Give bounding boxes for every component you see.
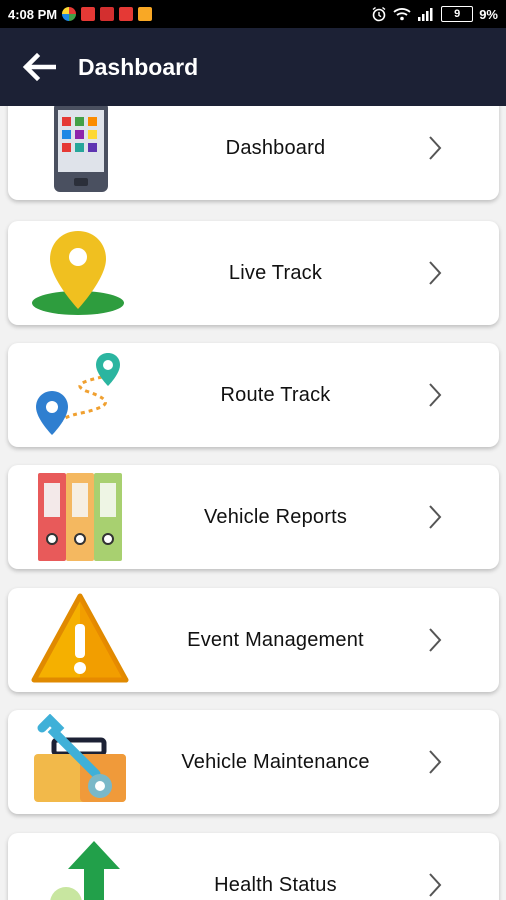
menu-item-route-track[interactable]: Route Track bbox=[8, 343, 499, 447]
chevron-right-icon bbox=[429, 873, 442, 897]
page-title: Dashboard bbox=[78, 53, 199, 80]
menu-item-label: Event Management bbox=[187, 628, 364, 651]
menu-item-label: Live Track bbox=[228, 261, 323, 284]
battery-percent: 9% bbox=[479, 6, 498, 22]
signal-icon bbox=[418, 8, 433, 21]
menu-item-label: Vehicle Maintenance bbox=[181, 750, 370, 773]
menu-item-vehicle-maintenance[interactable]: Vehicle Maintenance bbox=[8, 710, 499, 814]
wifi-icon bbox=[393, 8, 411, 21]
menu-item-label: Route Track bbox=[220, 383, 331, 406]
up-arrow-icon bbox=[50, 841, 120, 900]
app-notification-icon bbox=[138, 7, 153, 21]
mail-icon bbox=[100, 7, 115, 21]
alarm-icon bbox=[372, 6, 386, 22]
app-notification-icon bbox=[81, 7, 96, 21]
arrow-left-icon[interactable] bbox=[22, 52, 56, 82]
menu-list: Dashboard Live Track Route Track Vehicle… bbox=[0, 106, 506, 900]
menu-item-live-track[interactable]: Live Track bbox=[8, 221, 499, 325]
map-pin-icon bbox=[32, 231, 124, 315]
warning-icon bbox=[31, 593, 129, 683]
menu-item-event-management[interactable]: Event Management bbox=[8, 588, 499, 692]
chevron-right-icon bbox=[429, 136, 442, 160]
app-notification-icon bbox=[62, 7, 77, 21]
menu-item-health-status[interactable]: Health Status bbox=[8, 833, 499, 900]
menu-item-label: Vehicle Reports bbox=[203, 505, 348, 528]
app-notification-icon bbox=[119, 7, 134, 21]
binders-icon bbox=[38, 473, 122, 561]
chevron-right-icon bbox=[429, 750, 442, 774]
menu-item-label: Health Status bbox=[214, 873, 337, 896]
chevron-right-icon bbox=[429, 505, 442, 529]
menu-item-label: Dashboard bbox=[225, 136, 326, 159]
route-icon bbox=[36, 353, 120, 435]
app-bar: Dashboard bbox=[0, 28, 506, 106]
menu-item-dashboard[interactable]: Dashboard bbox=[8, 106, 499, 200]
status-time: 4:08 PM bbox=[8, 6, 58, 22]
chevron-right-icon bbox=[429, 383, 442, 407]
chevron-right-icon bbox=[429, 261, 442, 285]
chevron-right-icon bbox=[429, 628, 442, 652]
battery-icon: 9 bbox=[441, 6, 474, 22]
status-bar: 4:08 PM 9 9% bbox=[0, 0, 506, 28]
phone-apps-icon bbox=[54, 106, 108, 192]
menu-item-vehicle-reports[interactable]: Vehicle Reports bbox=[8, 465, 499, 569]
toolbox-wrench-icon bbox=[34, 714, 126, 802]
